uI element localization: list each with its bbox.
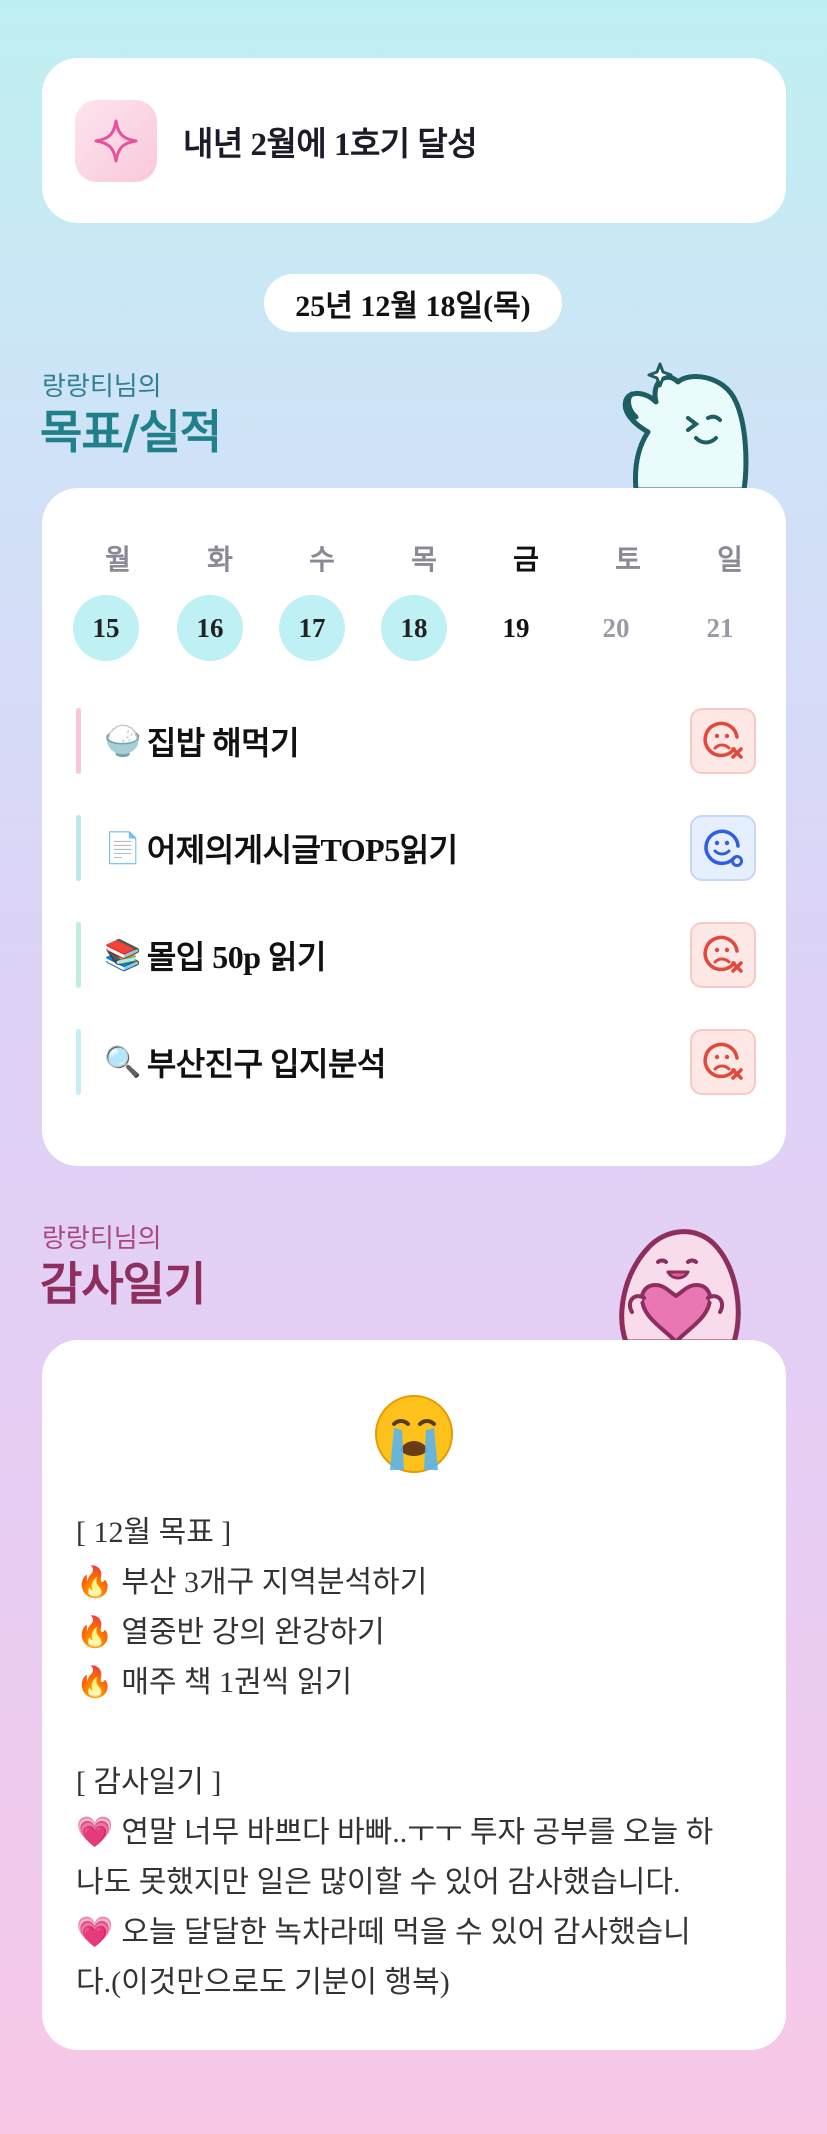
date-selector[interactable]: 25년 12월 18일(목) bbox=[264, 274, 562, 332]
diary-line: 💗 연말 너무 바쁘다 바빠..ㅜㅜ 투자 공부를 오늘 하 bbox=[76, 1815, 714, 1850]
task-label: 🍚 집밥 해먹기 bbox=[104, 708, 300, 774]
task-text: 집밥 해먹기 bbox=[146, 725, 300, 761]
mascot-heart-icon bbox=[619, 1229, 741, 1342]
day-19[interactable]: 19 bbox=[483, 595, 549, 661]
rice-icon: 🍚 bbox=[104, 723, 141, 759]
task-item[interactable]: 🍚 집밥 해먹기 bbox=[76, 708, 756, 774]
diary-line: 다.(이것만으로도 기분이 행복) bbox=[76, 1966, 450, 1999]
day-17[interactable]: 17 bbox=[279, 595, 345, 661]
goals-section-title: 목표/실적 bbox=[40, 405, 222, 459]
goals-card: 월 화 수 목 금 토 일 15 16 17 18 19 20 21 🍚 집밥 … bbox=[42, 488, 786, 1166]
task-color-bar bbox=[76, 1029, 81, 1095]
day-18[interactable]: 18 bbox=[381, 595, 447, 661]
status-done-icon[interactable] bbox=[690, 815, 756, 881]
status-fail-icon[interactable] bbox=[690, 922, 756, 988]
weekday-sun: 일 bbox=[717, 544, 743, 575]
status-fail-icon[interactable] bbox=[690, 708, 756, 774]
diary-line: [ 감사일기 ] bbox=[76, 1766, 222, 1799]
task-text: 어제의게시글TOP5읽기 bbox=[146, 832, 458, 868]
diary-line: 💗 오늘 달달한 녹차라떼 먹을 수 있어 감사했습니 bbox=[76, 1915, 691, 1950]
heart-icon: 💗 bbox=[76, 1815, 114, 1850]
day-20[interactable]: 20 bbox=[583, 595, 649, 661]
day-21[interactable]: 21 bbox=[687, 595, 753, 661]
task-text: 부산진구 입지분석 bbox=[146, 1046, 387, 1082]
day-16[interactable]: 16 bbox=[177, 595, 243, 661]
task-label: 📄 어제의게시글TOP5읽기 bbox=[104, 815, 458, 881]
task-item[interactable]: 📄 어제의게시글TOP5읽기 bbox=[76, 815, 756, 881]
weekday-fri: 금 bbox=[513, 544, 539, 575]
task-color-bar bbox=[76, 815, 81, 881]
task-color-bar bbox=[76, 708, 81, 774]
diary-line: 🔥 매주 책 1권씩 읽기 bbox=[76, 1665, 353, 1700]
fire-icon: 🔥 bbox=[76, 1615, 114, 1650]
magnifier-icon: 🔍 bbox=[104, 1044, 141, 1080]
status-fail-icon[interactable] bbox=[690, 1029, 756, 1095]
day-15[interactable]: 15 bbox=[73, 595, 139, 661]
task-label: 🔍 부산진구 입지분석 bbox=[104, 1029, 386, 1095]
weekday-tue: 화 bbox=[207, 544, 233, 575]
weekday-mon: 월 bbox=[105, 544, 131, 575]
task-label: 📚 몰입 50p 읽기 bbox=[104, 922, 326, 988]
diary-line: 🔥 열중반 강의 완강하기 bbox=[76, 1615, 385, 1650]
crying-face-icon bbox=[375, 1395, 453, 1473]
goal-banner[interactable]: 내년 2월에 1호기 달성 bbox=[42, 58, 786, 223]
task-item[interactable]: 🔍 부산진구 입지분석 bbox=[76, 1029, 756, 1095]
diary-section-title: 감사일기 bbox=[40, 1257, 206, 1311]
task-item[interactable]: 📚 몰입 50p 읽기 bbox=[76, 922, 756, 988]
fire-icon: 🔥 bbox=[76, 1665, 114, 1700]
weekday-sat: 토 bbox=[615, 544, 641, 575]
document-icon: 📄 bbox=[104, 830, 141, 866]
diary-line: 🔥 부산 3개구 지역분석하기 bbox=[76, 1565, 428, 1600]
heart-icon: 💗 bbox=[76, 1915, 114, 1950]
sparkle-icon bbox=[75, 99, 157, 182]
books-icon: 📚 bbox=[104, 937, 141, 973]
diary-card: [ 12월 목표 ] 🔥 부산 3개구 지역분석하기 🔥 열중반 강의 완강하기 🔥… bbox=[42, 1340, 786, 2050]
goal-text: 내년 2월에 1호기 달성 bbox=[183, 126, 478, 163]
fire-icon: 🔥 bbox=[76, 1565, 114, 1600]
diary-line: [ 12월 목표 ] bbox=[76, 1516, 232, 1549]
task-text: 몰입 50p 읽기 bbox=[146, 939, 327, 975]
mascot-waving-icon bbox=[622, 362, 749, 490]
weekday-thu: 목 bbox=[411, 544, 437, 575]
weekday-wed: 수 bbox=[309, 544, 335, 575]
diary-line: 나도 못했지만 일은 많이할 수 있어 감사했습니다. bbox=[76, 1866, 681, 1899]
task-color-bar bbox=[76, 922, 81, 988]
